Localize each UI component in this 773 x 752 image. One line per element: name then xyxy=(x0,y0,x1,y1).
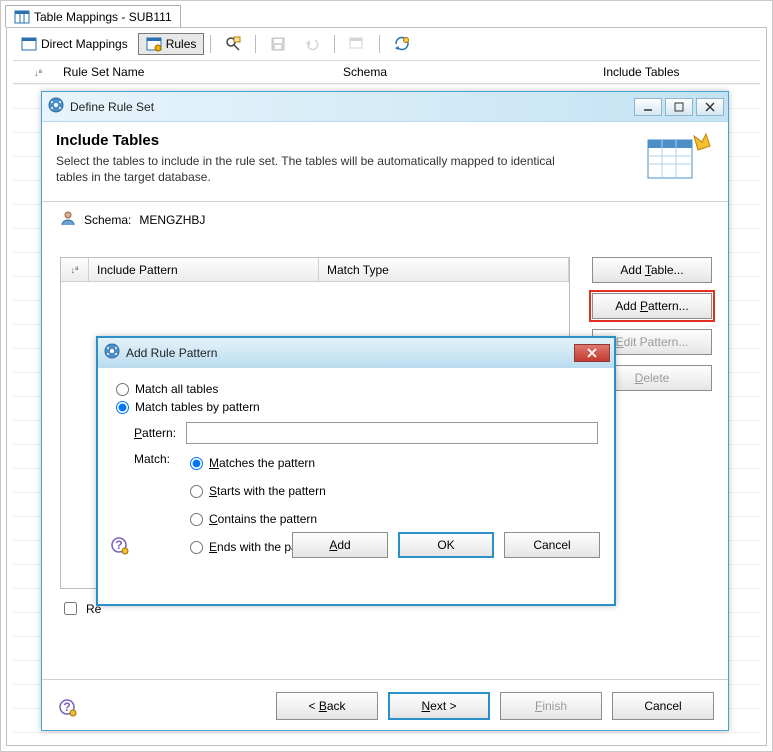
opt-ends-radio[interactable] xyxy=(190,541,203,554)
close-button[interactable] xyxy=(696,98,724,116)
add-rule-pattern-dialog: Add Rule Pattern Match all tables Match … xyxy=(96,336,616,606)
match-all-label: Match all tables xyxy=(135,382,218,396)
wizard-image-icon xyxy=(644,132,714,187)
help-icon[interactable]: ? xyxy=(110,536,130,556)
rules-label: Rules xyxy=(166,37,197,51)
schema-label: Schema: xyxy=(84,213,131,227)
find-button[interactable] xyxy=(217,33,249,55)
reorder-checkbox[interactable] xyxy=(64,602,77,615)
save-button[interactable] xyxy=(262,33,294,55)
app-window: Table Mappings - SUB111 Direct Mappings … xyxy=(0,0,773,752)
column-headers: ↓ª Rule Set Name Schema Include Tables xyxy=(13,60,760,84)
pattern-field-row: Pattern: xyxy=(134,422,598,444)
opt-matches-row[interactable]: Matches the pattern xyxy=(190,456,326,470)
editor-tab[interactable]: Table Mappings - SUB111 xyxy=(5,5,181,27)
close-button[interactable] xyxy=(574,344,610,362)
dialog-title: Add Rule Pattern xyxy=(126,346,217,360)
banner-description: Select the tables to include in the rule… xyxy=(56,153,566,185)
match-by-label: Match tables by pattern xyxy=(135,400,260,414)
minimize-button[interactable] xyxy=(634,98,662,116)
opt-starts-radio[interactable] xyxy=(190,485,203,498)
opt-matches-radio[interactable] xyxy=(190,457,203,470)
rules-button[interactable]: Rules xyxy=(138,33,205,55)
match-by-radio[interactable] xyxy=(116,401,129,414)
toolbar-separator xyxy=(255,35,256,53)
col-match-type[interactable]: Match Type xyxy=(319,258,569,281)
cancel-button[interactable]: Cancel xyxy=(504,532,600,558)
schema-value: MENGZHBJ xyxy=(139,213,205,227)
wizard-buttons: < Back Next > Finish Cancel xyxy=(276,692,714,720)
titlebar[interactable]: Define Rule Set xyxy=(42,92,728,122)
svg-text:?: ? xyxy=(115,538,122,552)
save-icon xyxy=(270,36,286,52)
dialog-icon xyxy=(104,343,120,362)
svg-text:?: ? xyxy=(63,700,70,714)
table-check-icon xyxy=(349,36,365,52)
grid-icon xyxy=(21,36,37,52)
direct-mappings-label: Direct Mappings xyxy=(41,37,128,51)
col-include-tables[interactable]: Include Tables xyxy=(603,65,760,79)
sort-indicator[interactable]: ↓ª xyxy=(13,65,63,79)
add-table-button[interactable]: Add Table... xyxy=(592,257,712,283)
opt-contains-radio[interactable] xyxy=(190,513,203,526)
add-button[interactable]: Add xyxy=(292,532,388,558)
table-mapping-icon xyxy=(14,9,30,25)
match-all-radio[interactable] xyxy=(116,383,129,396)
editor-tab-title: Table Mappings - SUB111 xyxy=(34,10,172,24)
help-icon[interactable]: ? xyxy=(58,698,78,718)
refresh-icon xyxy=(394,36,410,52)
add-pattern-button[interactable]: Add Pattern... xyxy=(592,293,712,319)
refresh-button[interactable] xyxy=(386,33,418,55)
undo-button[interactable] xyxy=(296,33,328,55)
banner-heading: Include Tables xyxy=(56,132,566,149)
next-button[interactable]: Next > xyxy=(388,692,490,720)
undo-icon xyxy=(304,36,320,52)
finish-button[interactable]: Finish xyxy=(500,692,602,720)
toolbar-separator xyxy=(210,35,211,53)
wizard-banner: Include Tables Select the tables to incl… xyxy=(42,122,728,201)
col-rule-set-name[interactable]: Rule Set Name xyxy=(63,65,343,79)
validate-button[interactable] xyxy=(341,33,373,55)
match-label: Match: xyxy=(134,452,178,558)
user-icon xyxy=(60,210,76,229)
rules-icon xyxy=(146,36,162,52)
toolbar-separator xyxy=(379,35,380,53)
dialog-icon xyxy=(48,97,64,116)
cancel-button[interactable]: Cancel xyxy=(612,692,714,720)
schema-row: Schema: MENGZHBJ xyxy=(42,202,728,233)
direct-mappings-button[interactable]: Direct Mappings xyxy=(13,33,136,55)
pattern-label: Pattern: xyxy=(134,426,176,440)
ok-button[interactable]: OK xyxy=(398,532,494,558)
pattern-table-header: ↓ª Include Pattern Match Type xyxy=(61,258,569,282)
pattern-dialog-buttons: Add OK Cancel xyxy=(292,532,600,558)
sort-indicator[interactable]: ↓ª xyxy=(61,258,89,281)
separator xyxy=(42,679,728,680)
match-all-radio-row[interactable]: Match all tables xyxy=(116,382,598,396)
pattern-input[interactable] xyxy=(186,422,598,444)
back-button[interactable]: < Back xyxy=(276,692,378,720)
search-icon xyxy=(225,36,241,52)
opt-contains-row[interactable]: Contains the pattern xyxy=(190,512,326,526)
dialog-title: Define Rule Set xyxy=(70,100,154,114)
maximize-button[interactable] xyxy=(665,98,693,116)
toolbar: Direct Mappings Rules xyxy=(13,32,418,56)
col-include-pattern[interactable]: Include Pattern xyxy=(89,258,319,281)
col-schema[interactable]: Schema xyxy=(343,65,603,79)
toolbar-separator xyxy=(334,35,335,53)
opt-starts-row[interactable]: Starts with the pattern xyxy=(190,484,326,498)
match-by-radio-row[interactable]: Match tables by pattern xyxy=(116,400,598,414)
titlebar[interactable]: Add Rule Pattern xyxy=(98,338,614,368)
